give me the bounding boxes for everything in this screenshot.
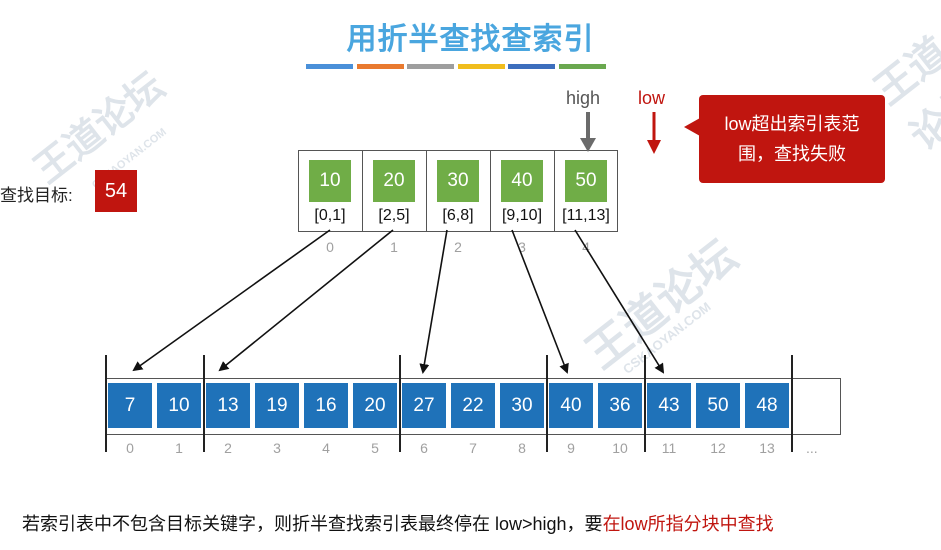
pointer-arrows	[132, 112, 665, 374]
bottom-explanation: 若索引表中不包含目标关键字，则折半查找索引表最终停在 low>high，要在lo…	[22, 510, 774, 536]
block-pointer-arrow	[218, 229, 394, 372]
block-pointer-arrow	[574, 229, 665, 374]
block-pointer-arrow	[511, 229, 569, 374]
high-arrowhead	[580, 138, 596, 152]
bottom-text-prefix: 若索引表中不包含目标关键字，则折半查找索引表最终停在 low>high，要	[22, 514, 603, 534]
bottom-text-highlight: 在low所指分块中查找	[602, 514, 774, 534]
block-pointer-arrow	[132, 229, 331, 372]
block-pointer-arrow	[419, 229, 448, 374]
low-arrowhead	[647, 140, 661, 154]
